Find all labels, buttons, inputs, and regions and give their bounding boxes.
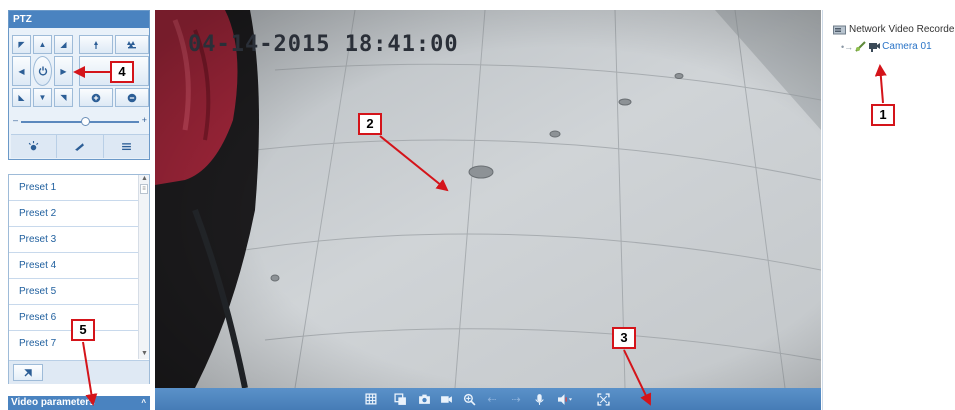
zoom-out-icon[interactable]: [115, 35, 149, 54]
callout-2: 2: [358, 113, 382, 135]
arrow-up-left-icon[interactable]: ◤: [12, 35, 31, 54]
preset-item[interactable]: Preset 2: [9, 201, 139, 227]
microphone-icon[interactable]: [531, 392, 547, 406]
previous-icon[interactable]: ⇠: [484, 392, 500, 406]
focus-near-icon[interactable]: [79, 88, 113, 107]
preset-item[interactable]: Preset 3: [9, 227, 139, 253]
ptz-aux-bar: [11, 134, 149, 158]
scroll-up-icon[interactable]: ▲: [141, 175, 148, 182]
auto-pan-icon[interactable]: [33, 56, 52, 86]
preset-list: Preset 1 Preset 2 Preset 3 Preset 4 Pres…: [8, 174, 150, 384]
call-preset-icon[interactable]: [13, 364, 43, 381]
device-tree: Network Video Recorder •→ Camera 01: [822, 10, 955, 410]
tree-connector-icon: •→: [841, 41, 854, 52]
plus-icon: +: [141, 115, 147, 125]
digital-zoom-icon[interactable]: [461, 392, 477, 406]
next-icon[interactable]: ⇢: [508, 392, 524, 406]
arrow-down-icon[interactable]: ▼: [33, 88, 52, 107]
light-icon[interactable]: [11, 135, 58, 158]
stop-all-icon[interactable]: [392, 392, 408, 406]
wiper-icon[interactable]: [57, 135, 104, 158]
video-parameters-header[interactable]: Video parameters ^: [8, 396, 150, 410]
video-timestamp: 04-14-2015 18:41:00: [188, 32, 459, 57]
chevron-up-icon: ^: [141, 398, 146, 407]
callout-3: 3: [612, 327, 636, 349]
menu-icon[interactable]: [104, 135, 149, 158]
ptz-speed-slider[interactable]: – +: [13, 115, 147, 127]
arrow-down-right-icon[interactable]: ◥: [54, 88, 73, 107]
layout-icon[interactable]: [362, 392, 380, 406]
tree-root-node[interactable]: Network Video Recorder: [833, 24, 955, 35]
slider-handle[interactable]: [80, 117, 90, 126]
preset-item[interactable]: Preset 1: [9, 175, 139, 201]
nvr-icon: [833, 25, 846, 34]
arrow-up-right-icon[interactable]: ◢: [54, 35, 73, 54]
arrow-left-icon[interactable]: ◀: [12, 56, 31, 86]
zoom-in-icon[interactable]: [79, 35, 113, 54]
capture-icon[interactable]: [416, 392, 432, 406]
record-icon[interactable]: [438, 392, 454, 406]
camera-icon: [869, 43, 881, 52]
preset-toolbar: [9, 360, 149, 384]
arrow-right-icon[interactable]: ▶: [54, 56, 73, 86]
camera-label: Camera 01: [882, 41, 932, 52]
scroll-thumb[interactable]: ≡: [140, 184, 148, 194]
scroll-down-icon[interactable]: ▼: [141, 350, 148, 357]
ptz-title: PTZ: [9, 11, 149, 28]
nvr-label: Network Video Recorder: [849, 24, 955, 35]
camera-frame: [155, 10, 821, 388]
video-parameters-label: Video parameters: [11, 397, 95, 408]
signal-icon: [855, 41, 866, 52]
tree-camera-node[interactable]: •→ Camera 01: [841, 41, 932, 52]
preset-item[interactable]: Preset 4: [9, 253, 139, 279]
minus-icon: –: [13, 115, 19, 125]
callout-4: 4: [110, 61, 134, 83]
live-video[interactable]: 04-14-2015 18:41:00: [155, 10, 821, 388]
preset-scrollbar[interactable]: ▲ ≡ ▼: [138, 175, 149, 359]
arrow-up-icon[interactable]: ▲: [33, 35, 52, 54]
ptz-panel: PTZ ◤ ▲ ◢ ◀ ▶ ◣ ▼ ◥ – +: [8, 10, 150, 160]
preset-item[interactable]: Preset 5: [9, 279, 139, 305]
callout-5: 5: [71, 319, 95, 341]
callout-1: 1: [871, 104, 895, 126]
focus-far-icon[interactable]: [115, 88, 149, 107]
volume-icon[interactable]: [553, 392, 575, 406]
arrow-down-left-icon[interactable]: ◣: [12, 88, 31, 107]
fullscreen-icon[interactable]: [595, 392, 611, 406]
video-toolbar: ⇠ ⇢: [155, 388, 821, 410]
